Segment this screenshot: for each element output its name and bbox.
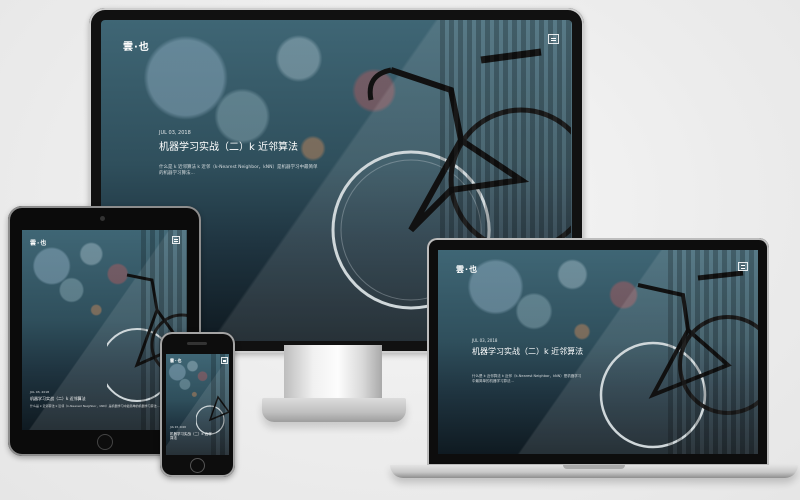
post-excerpt: 什么是 k 近邻算法 k 近邻（k-Nearest Neighbor，kNN）是…: [30, 404, 160, 408]
menu-icon[interactable]: [221, 357, 228, 364]
site-logo[interactable]: 雲·也: [170, 358, 183, 364]
post-title[interactable]: 机器学习实战（二）k 近邻算法: [472, 347, 592, 357]
imac-foot: [262, 398, 406, 422]
site-logo[interactable]: 雲·也: [123, 38, 150, 53]
bicycle-image: [598, 260, 758, 454]
post-title[interactable]: 机器学习实战（二）k 近邻算法: [30, 396, 160, 401]
camera-icon: [100, 216, 105, 221]
site-hero: 雲·也 JUL 03, 2018 机器学习实战（二）k 近邻算法 什么是 k 近…: [438, 250, 758, 454]
responsive-mockup: 雲·也 JUL 03, 2018 机器学习实战（二）k 近邻算法 什么是 k 近…: [0, 0, 800, 500]
post-excerpt: 什么是 k 近邻算法 k 近邻（k-Nearest Neighbor，kNN）是…: [159, 165, 318, 177]
site-logo[interactable]: 雲·也: [30, 238, 47, 247]
post-date: JUL 03, 2018: [472, 338, 498, 343]
macbook-device: 雲·也 JUL 03, 2018 机器学习实战（二）k 近邻算法 什么是 k 近…: [427, 238, 769, 466]
post-title[interactable]: 机器学习实战（二）k 近邻算法: [159, 142, 359, 155]
menu-icon[interactable]: [548, 34, 559, 44]
iphone-device: 雲·也 JUL 03, 2018 机器学习实战（二）k 近邻算法: [160, 332, 235, 477]
iphone-screen: 雲·也 JUL 03, 2018 机器学习实战（二）k 近邻算法: [166, 354, 229, 455]
home-button: [190, 458, 205, 473]
macbook-notch: [563, 465, 625, 469]
menu-icon[interactable]: [738, 262, 748, 271]
imac-stand: [284, 345, 382, 401]
post-date: JUL 03, 2018: [159, 130, 191, 136]
speaker-icon: [187, 342, 207, 345]
post-title[interactable]: 机器学习实战（二）k 近邻算法: [170, 432, 215, 441]
site-logo[interactable]: 雲·也: [456, 264, 478, 275]
post-date: JUL 03, 2018: [170, 426, 186, 429]
post-excerpt: 什么是 k 近邻算法 k 近邻（k-Nearest Neighbor，kNN）是…: [472, 374, 582, 383]
site-hero: 雲·也 JUL 03, 2018 机器学习实战（二）k 近邻算法: [166, 354, 229, 455]
menu-icon[interactable]: [172, 236, 180, 244]
post-date: JUL 03, 2018: [30, 390, 50, 394]
macbook-screen: 雲·也 JUL 03, 2018 机器学习实战（二）k 近邻算法 什么是 k 近…: [438, 250, 758, 454]
home-button: [97, 434, 113, 450]
